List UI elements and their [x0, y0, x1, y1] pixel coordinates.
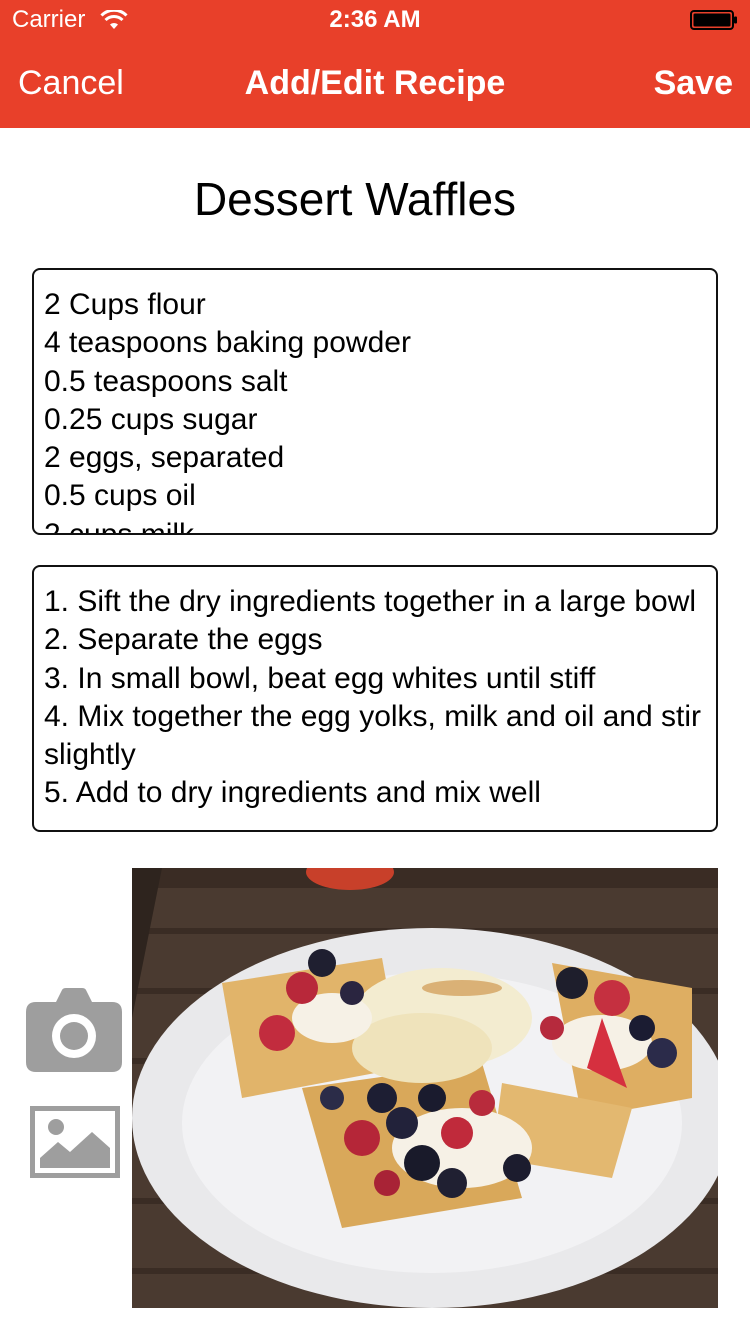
save-button[interactable]: Save	[654, 64, 733, 103]
photo-library-icon[interactable]	[30, 1106, 120, 1178]
navigation-bar: Carrier 2:36 AM Cancel Add/Edit Recipe S…	[0, 0, 750, 128]
battery-icon	[690, 10, 737, 30]
ingredient-line: 2 cups milk	[44, 517, 195, 535]
direction-line: 2. Separate the eggs	[44, 623, 323, 657]
ingredient-line: 0.25 cups sugar	[44, 402, 258, 436]
ingredient-line: 0.5 cups oil	[44, 479, 196, 513]
camera-icon[interactable]	[26, 986, 122, 1072]
recipe-title-field[interactable]: Dessert Waffles	[0, 172, 710, 226]
direction-line: 5. Add to dry ingredients and mix well	[44, 776, 541, 810]
ingredient-line: 2 Cups flour	[44, 288, 206, 321]
ingredients-text-view[interactable]: 2 Cups flour 4 teaspoons baking powder 0…	[32, 268, 718, 535]
page-title: Add/Edit Recipe	[244, 64, 506, 102]
direction-line: 4. Mix together the egg yolks, milk and …	[44, 699, 701, 772]
status-bar: Carrier 2:36 AM	[0, 0, 750, 40]
direction-line: 3. In small bowl, beat egg whites until …	[44, 661, 596, 695]
ingredient-line: 2 eggs, separated	[44, 441, 285, 475]
ingredient-line: 0.5 teaspoons salt	[44, 364, 288, 398]
directions-text-view[interactable]: 1. Sift the dry ingredients together in …	[32, 565, 718, 832]
status-time: 2:36 AM	[329, 6, 421, 33]
recipe-photo	[132, 868, 718, 1308]
ingredient-line: 4 teaspoons baking powder	[44, 326, 411, 360]
direction-line: 1. Sift the dry ingredients together in …	[44, 585, 697, 618]
